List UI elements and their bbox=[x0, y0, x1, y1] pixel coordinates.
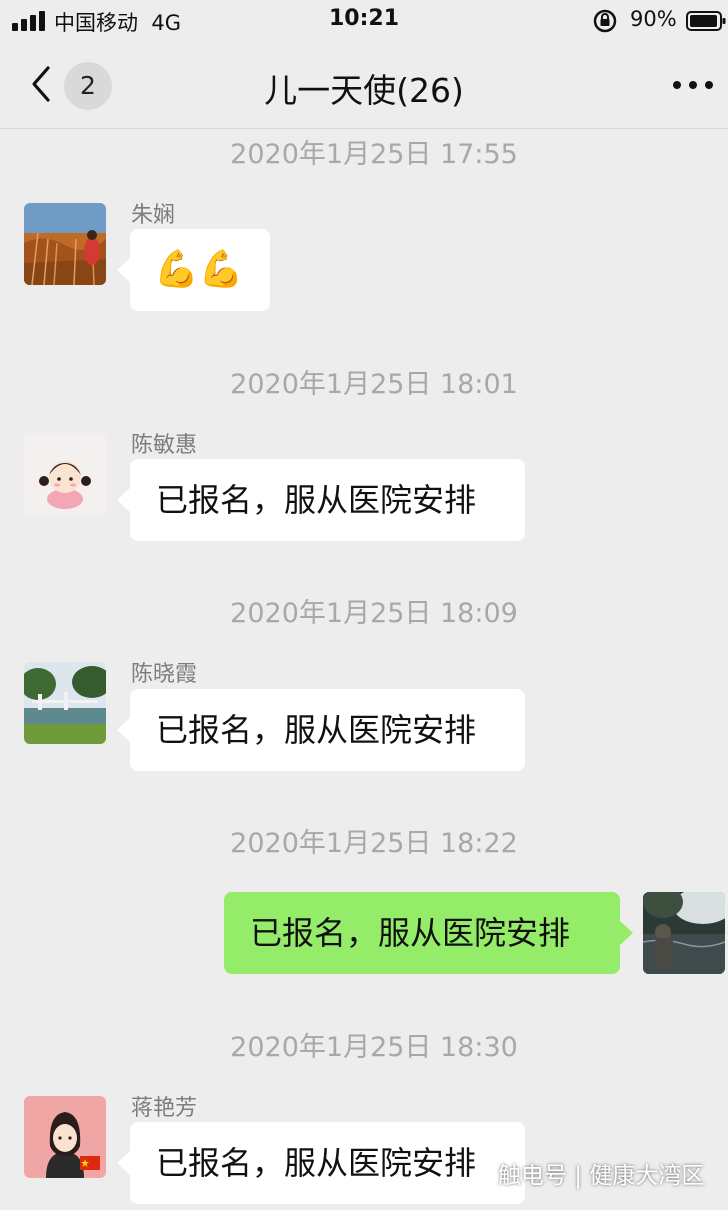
clock: 10:21 bbox=[328, 6, 400, 31]
chat-title: 儿一天使(26) bbox=[264, 71, 464, 110]
message-bubble[interactable]: 已报名，服从医院安排 bbox=[117, 459, 525, 541]
message-text: 💪💪 bbox=[154, 249, 244, 290]
message-text: 已报名，服从医院安排 bbox=[156, 481, 477, 519]
message-timestamp: 2020年1月25日 17:55 bbox=[230, 139, 518, 170]
cartoon-woman-avatar[interactable] bbox=[24, 1096, 106, 1178]
sender-name: 陈敏惠 bbox=[131, 433, 198, 458]
sender-name: 陈晓霞 bbox=[131, 662, 198, 687]
message-text: 已报名，服从医院安排 bbox=[156, 1144, 477, 1182]
message-bubble[interactable]: 💪💪 bbox=[117, 229, 270, 311]
bridge-photo-avatar[interactable] bbox=[24, 662, 106, 744]
sender-name: 蒋艳芳 bbox=[131, 1096, 198, 1121]
sender-name: 朱娴 bbox=[131, 203, 176, 228]
message-text: 已报名，服从医院安排 bbox=[156, 711, 477, 749]
battery-percent: 90% bbox=[630, 7, 677, 31]
status-bar: 中国移动 4G 10:21 90% bbox=[0, 0, 728, 42]
battery-icon bbox=[686, 11, 726, 31]
rotation-lock-icon bbox=[593, 9, 617, 33]
field-photo-avatar[interactable] bbox=[24, 203, 106, 285]
message-bubble[interactable]: 已报名，服从医院安排 bbox=[117, 1122, 525, 1204]
message-text: 已报名，服从医院安排 bbox=[250, 914, 571, 952]
message-bubble-self[interactable]: 已报名，服从医院安排 bbox=[224, 892, 633, 974]
watermark: 触电号 | 健康大湾区 bbox=[498, 1163, 705, 1189]
chat-header: 2 儿一天使(26) bbox=[0, 42, 728, 129]
message-timestamp: 2020年1月25日 18:22 bbox=[230, 828, 518, 859]
lake-photo-avatar[interactable] bbox=[643, 892, 725, 974]
cartoon-girl-avatar[interactable] bbox=[24, 433, 106, 515]
message-timestamp: 2020年1月25日 18:01 bbox=[230, 369, 518, 400]
message-timestamp: 2020年1月25日 18:30 bbox=[230, 1032, 518, 1063]
more-icon[interactable] bbox=[668, 78, 718, 92]
message-bubble[interactable]: 已报名，服从医院安排 bbox=[117, 689, 525, 771]
message-timestamp: 2020年1月25日 18:09 bbox=[230, 598, 518, 629]
